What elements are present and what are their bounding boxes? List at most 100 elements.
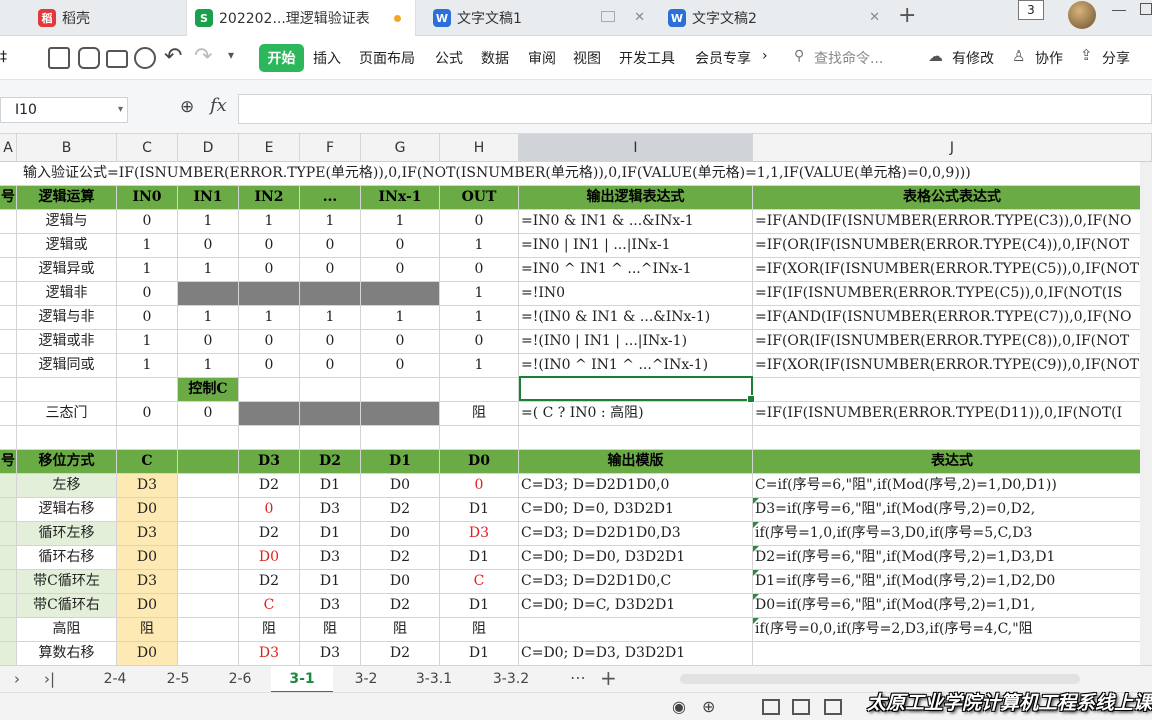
cell-b-r7[interactable]: 逻辑非 xyxy=(17,282,117,306)
cell-a-r12[interactable] xyxy=(0,402,17,426)
normal-view-icon[interactable] xyxy=(762,699,780,715)
cell-a-r7[interactable] xyxy=(0,282,17,306)
cell-f-s6[interactable]: D3 xyxy=(300,594,361,618)
cell-d-r7[interactable] xyxy=(178,282,239,306)
cell-d-s2[interactable] xyxy=(178,498,239,522)
tab-daoke[interactable]: 稻 稻壳 xyxy=(30,0,185,36)
menu-developer[interactable]: 开发工具 xyxy=(619,48,675,68)
cell-d-s8[interactable] xyxy=(178,642,239,665)
cell-h-s6[interactable]: D1 xyxy=(440,594,519,618)
cell-g-r4[interactable]: 1 xyxy=(361,210,440,234)
cell-f-r12[interactable] xyxy=(300,402,361,426)
cell-e-r13[interactable] xyxy=(239,426,300,450)
cell-e-s7[interactable]: 阻 xyxy=(239,618,300,642)
cell-a-s1[interactable] xyxy=(0,474,17,498)
cell-d-r9[interactable]: 0 xyxy=(178,330,239,354)
cell-a-r9[interactable] xyxy=(0,330,17,354)
cell-g-r12[interactable] xyxy=(361,402,440,426)
tab-start[interactable]: 开始 xyxy=(259,44,304,72)
collaborate-button[interactable]: 协作 xyxy=(1035,48,1063,68)
cell-d-r12[interactable]: 0 xyxy=(178,402,239,426)
tab-count-badge[interactable]: 3 xyxy=(1018,0,1044,20)
cell-b-r12[interactable]: 三态门 xyxy=(17,402,117,426)
cell-c-r11[interactable] xyxy=(117,378,178,402)
cell-c-r10[interactable]: 1 xyxy=(117,354,178,378)
cell-d-r6[interactable]: 1 xyxy=(178,258,239,282)
cell-b-s5[interactable]: 带C循环左 xyxy=(17,570,117,594)
cell-d-r10[interactable]: 1 xyxy=(178,354,239,378)
cell-a-r4[interactable] xyxy=(0,210,17,234)
menu-review[interactable]: 审阅 xyxy=(528,48,556,68)
cell-c-s5[interactable]: D3 xyxy=(117,570,178,594)
add-sheet-button[interactable]: + xyxy=(600,666,617,690)
cell-i-s8[interactable]: C=D0; D=D3, D3D2D1 xyxy=(519,642,753,665)
cell-i-s1[interactable]: C=D3; D=D2D1D0,0 xyxy=(519,474,753,498)
cell-c-r9[interactable]: 1 xyxy=(117,330,178,354)
cell-f-s5[interactable]: D1 xyxy=(300,570,361,594)
cell-c-s4[interactable]: D0 xyxy=(117,546,178,570)
cell-f-h1[interactable]: ... xyxy=(300,186,361,210)
cell-i-r12[interactable]: =( C ? IN0 : 高阻) xyxy=(519,402,753,426)
cell-e-s2[interactable]: 0 xyxy=(239,498,300,522)
col-header-a[interactable]: A xyxy=(0,134,17,162)
cell-e-s6[interactable]: C xyxy=(239,594,300,618)
cell-f-s3[interactable]: D1 xyxy=(300,522,361,546)
cell-f-r7[interactable] xyxy=(300,282,361,306)
cell-b-r13[interactable] xyxy=(17,426,117,450)
sheet-tab-3-3-2[interactable]: 3-3.2 xyxy=(472,666,550,693)
sheet-tab-3-2[interactable]: 3-2 xyxy=(335,666,397,693)
cell-e-s4[interactable]: D0 xyxy=(239,546,300,570)
cell-i-s5[interactable]: C=D3; D=D2D1D0,C xyxy=(519,570,753,594)
cell-c-s6[interactable]: D0 xyxy=(117,594,178,618)
command-search-input[interactable]: 查找命令... xyxy=(814,48,883,68)
cell-c-r6[interactable]: 1 xyxy=(117,258,178,282)
cell-g-r7[interactable] xyxy=(361,282,440,306)
cell-c-h1[interactable]: IN0 xyxy=(117,186,178,210)
tab-doc1[interactable]: W 文字文稿1 ✕ xyxy=(425,0,655,36)
cell-e-s3[interactable]: D2 xyxy=(239,522,300,546)
cell-d-r8[interactable]: 1 xyxy=(178,306,239,330)
cell-f-s7[interactable]: 阻 xyxy=(300,618,361,642)
cell-e-r11[interactable] xyxy=(239,378,300,402)
cell-f-s2[interactable]: D3 xyxy=(300,498,361,522)
cell-h-h1[interactable]: OUT xyxy=(440,186,519,210)
menu-view[interactable]: 视图 xyxy=(573,48,601,68)
cell-i-s2[interactable]: C=D0; D=0, D3D2D1 xyxy=(519,498,753,522)
zoom-icon[interactable]: ⊕ xyxy=(180,97,194,117)
col-header-b[interactable]: B xyxy=(17,134,117,162)
verification-formula-cell[interactable]: 输入验证公式=IF(ISNUMBER(ERROR.TYPE(单元格)),0,IF… xyxy=(0,162,1140,186)
cell-b-s1[interactable]: 左移 xyxy=(17,474,117,498)
page-layout-view-icon[interactable] xyxy=(824,699,842,715)
cell-c-s1[interactable]: D3 xyxy=(117,474,178,498)
close-icon[interactable]: ✕ xyxy=(634,10,645,25)
sheet-tab-3-3-1[interactable]: 3-3.1 xyxy=(398,666,470,693)
cell-a-s4[interactable] xyxy=(0,546,17,570)
preview-icon[interactable] xyxy=(134,47,156,69)
cell-b-r9[interactable]: 逻辑或非 xyxy=(17,330,117,354)
cell-h-s2[interactable]: D1 xyxy=(440,498,519,522)
cell-g-s6[interactable]: D2 xyxy=(361,594,440,618)
cell-j-s6[interactable]: D0=if(序号=6,"阻",if(Mod(序号,2)=1,D1, xyxy=(753,594,1140,618)
cell-c-s7[interactable]: 阻 xyxy=(117,618,178,642)
cell-i-r10[interactable]: =!(IN0 ^ IN1 ^ ...^INx-1) xyxy=(519,354,753,378)
horizontal-scrollbar[interactable] xyxy=(680,674,1080,684)
cell-h-r12[interactable]: 阻 xyxy=(440,402,519,426)
cell-h-r9[interactable]: 0 xyxy=(440,330,519,354)
col-header-d[interactable]: D xyxy=(178,134,239,162)
cell-e-r6[interactable]: 0 xyxy=(239,258,300,282)
col-header-f[interactable]: F xyxy=(300,134,361,162)
col-header-i[interactable]: I xyxy=(519,134,753,162)
close-icon[interactable]: ✕ xyxy=(869,10,880,25)
cell-e-r4[interactable]: 1 xyxy=(239,210,300,234)
cell-j-r12[interactable]: =IF(IF(ISNUMBER(ERROR.TYPE(D11)),0,IF(NO… xyxy=(753,402,1140,426)
cell-h-r5[interactable]: 1 xyxy=(440,234,519,258)
chevron-right-icon[interactable]: › xyxy=(14,670,20,688)
minimize-icon[interactable] xyxy=(1112,10,1126,11)
menu-member[interactable]: 会员专享 xyxy=(695,48,751,68)
has-changes-button[interactable]: 有修改 xyxy=(952,48,994,68)
cell-e-r5[interactable]: 0 xyxy=(239,234,300,258)
sheet-tab-3-1[interactable]: 3-1 xyxy=(271,666,333,693)
cell-d-s5[interactable] xyxy=(178,570,239,594)
cell-g-s7[interactable]: 阻 xyxy=(361,618,440,642)
menu-formula[interactable]: 公式 xyxy=(435,48,463,68)
